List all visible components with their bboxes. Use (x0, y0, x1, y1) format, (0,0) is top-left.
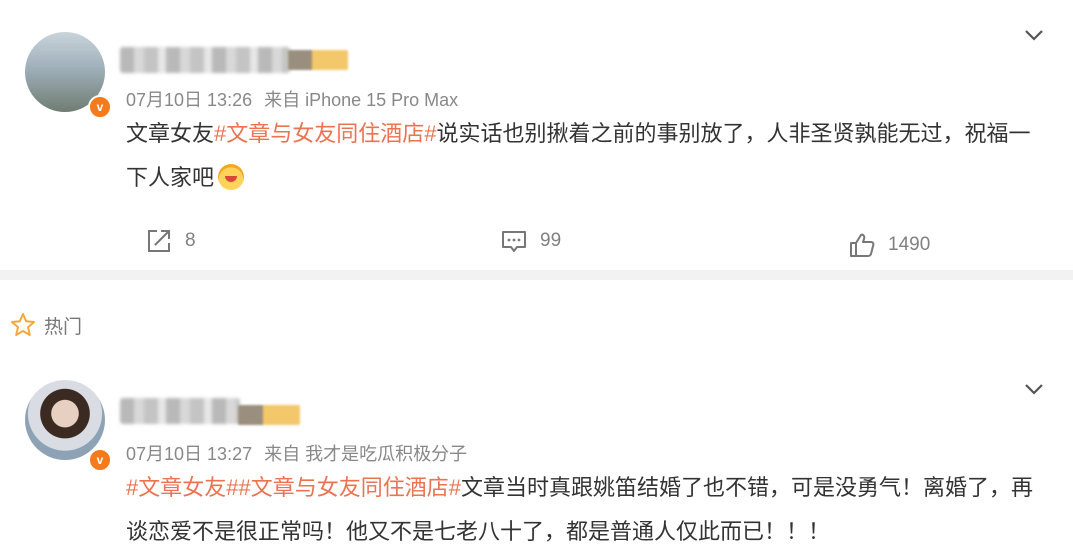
repost-icon (148, 230, 170, 252)
hashtag-link[interactable]: #文章与女友同住酒店# (214, 121, 436, 146)
hashtag-link[interactable]: #文章与女友同住酒店# (238, 475, 460, 500)
chevron-down-icon[interactable] (1023, 378, 1045, 400)
repost-button[interactable]: 8 (145, 224, 196, 258)
chevron-down-icon[interactable] (1023, 24, 1045, 46)
post-text-part: 文章女友 (126, 121, 215, 146)
weibo-post: v 07月10日 13:26 来自 iPhone 15 Pro Max 文章女友#… (0, 0, 1073, 270)
post-source: 来自 我才是吃瓜积极分子 (264, 444, 468, 464)
post-source: 来自 iPhone 15 Pro Max (264, 90, 459, 110)
username-blurred[interactable] (120, 47, 290, 73)
star-icon (11, 313, 35, 336)
post-text: 文章女友#文章与女友同住酒店#说实话也别揪着之前的事别放了，人非圣贤孰能无过，祝… (126, 112, 1046, 200)
user-level-tag (288, 50, 348, 70)
comment-icon (502, 231, 526, 252)
section-divider (0, 270, 1073, 280)
verified-badge: v (88, 95, 112, 119)
hot-label: 热门 (44, 316, 83, 338)
post-text: #文章女友##文章与女友同住酒店#文章当时真跟姚笛结婚了也不错，可是没勇气！离婚… (126, 466, 1046, 554)
hashtag-link[interactable]: #文章女友# (126, 475, 238, 500)
post-meta: 07月10日 13:27 来自 我才是吃瓜积极分子 (126, 440, 467, 466)
post-time: 07月10日 13:27 (126, 444, 253, 464)
username-blurred[interactable] (120, 398, 240, 424)
thumbs-up-icon (850, 233, 875, 257)
post-meta: 07月10日 13:26 来自 iPhone 15 Pro Max (126, 86, 458, 112)
avatar[interactable] (25, 380, 105, 460)
like-count: 1490 (888, 234, 931, 255)
action-bar: 8 99 1490 (0, 224, 1073, 258)
comment-button[interactable]: 99 (500, 224, 561, 258)
weibo-post: v 07月10日 13:27 来自 我才是吃瓜积极分子 #文章女友##文章与女友同… (0, 362, 1073, 555)
verified-badge: v (88, 448, 112, 472)
hot-section-header: 热门 (10, 312, 82, 338)
like-button[interactable]: 1490 (848, 228, 930, 262)
user-level-tag (238, 405, 300, 425)
post-time: 07月10日 13:26 (126, 90, 253, 110)
repost-count: 8 (185, 230, 196, 251)
heart-hug-emoji-icon (218, 164, 245, 190)
comment-count: 99 (540, 230, 562, 251)
